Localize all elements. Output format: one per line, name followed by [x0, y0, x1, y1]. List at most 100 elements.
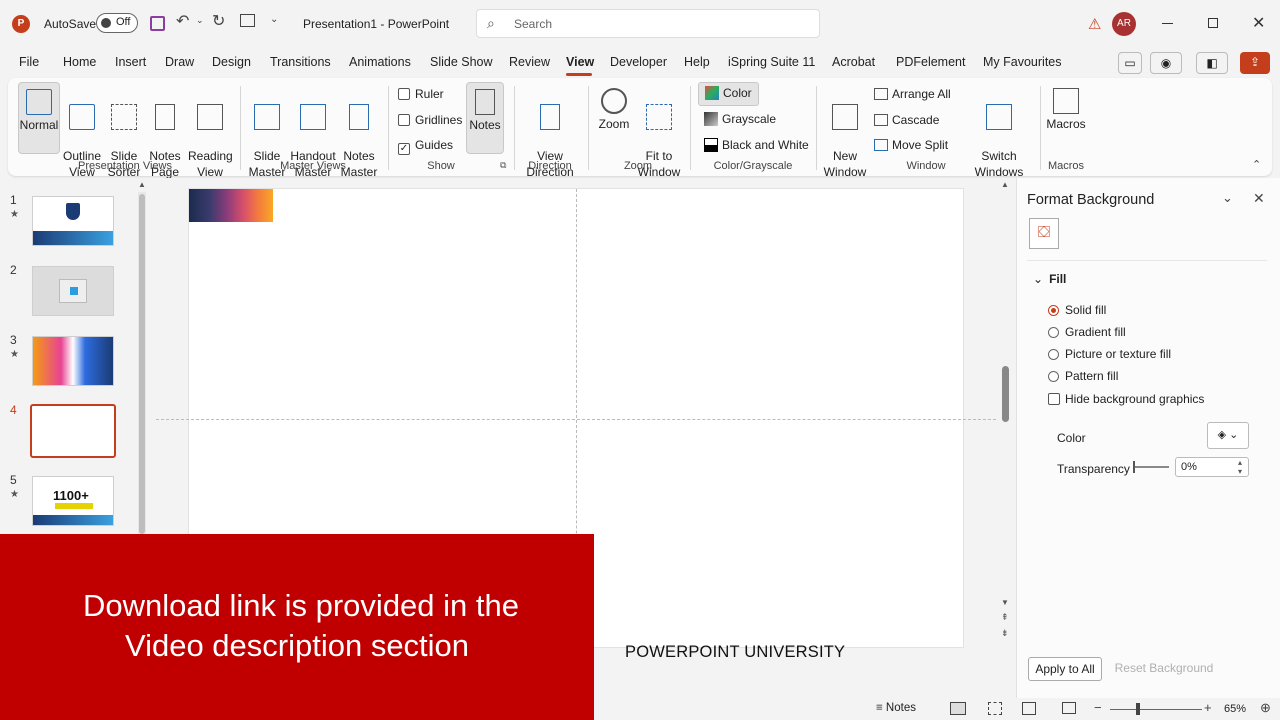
- collapse-ribbon-icon[interactable]: ⌃: [1252, 158, 1261, 171]
- tab-transitions[interactable]: Transitions: [270, 55, 331, 69]
- reset-background-button[interactable]: Reset Background: [1114, 657, 1214, 681]
- tab-pdfelement[interactable]: PDFelement: [896, 55, 965, 69]
- thumbnails-scrollbar[interactable]: ▲: [138, 180, 146, 534]
- previous-slide-icon[interactable]: ⇞: [1001, 612, 1009, 623]
- tab-view[interactable]: View: [566, 55, 594, 69]
- zoom-out-icon[interactable]: −: [1094, 700, 1102, 715]
- scroll-up-icon[interactable]: ▲: [1001, 180, 1009, 189]
- tab-draw[interactable]: Draw: [165, 55, 194, 69]
- transparency-input[interactable]: 0% ▴ ▾: [1175, 457, 1249, 477]
- reading-view-icon[interactable]: [1022, 702, 1036, 715]
- slider-thumb[interactable]: [1133, 461, 1135, 473]
- notes-toggle-button[interactable]: Notes: [466, 82, 504, 154]
- minimize-icon[interactable]: [1162, 23, 1173, 24]
- horizontal-guide[interactable]: [156, 419, 996, 420]
- new-window-button[interactable]: New Window: [822, 88, 868, 180]
- fill-section-toggle[interactable]: ⌄ Fill: [1033, 272, 1066, 286]
- slide-sorter-icon[interactable]: [988, 702, 1002, 715]
- share-icon[interactable]: ⇪: [1240, 52, 1270, 74]
- tab-animations[interactable]: Animations: [349, 55, 411, 69]
- slide-thumbnail-4-selected[interactable]: [30, 404, 116, 458]
- customize-toolbar-icon[interactable]: ⌄: [270, 14, 278, 25]
- fill-tab-button[interactable]: ⛋: [1029, 218, 1059, 249]
- scroll-down-icon[interactable]: ▼: [1001, 598, 1009, 607]
- hide-bg-label: Hide background graphics: [1065, 392, 1205, 406]
- tab-my-favourites[interactable]: My Favourites: [983, 55, 1062, 69]
- tab-help[interactable]: Help: [684, 55, 710, 69]
- scroll-thumb[interactable]: [139, 194, 145, 534]
- tab-ispring[interactable]: iSpring Suite 11: [728, 55, 815, 69]
- slide-thumbnail-5[interactable]: 1100+: [32, 476, 114, 526]
- normal-view-icon[interactable]: [950, 702, 966, 715]
- normal-view-button[interactable]: Normal: [18, 82, 60, 154]
- cascade-button[interactable]: Cascade: [874, 113, 939, 127]
- slide-thumbnail-3[interactable]: [32, 336, 114, 386]
- record-icon[interactable]: ◉: [1150, 52, 1182, 74]
- comments-icon[interactable]: ▭: [1118, 52, 1142, 74]
- reading-view-button[interactable]: Reading View: [188, 88, 233, 180]
- switch-windows-button[interactable]: Switch Windows: [966, 88, 1032, 180]
- hide-background-graphics-checkbox[interactable]: Hide background graphics: [1048, 392, 1204, 406]
- tab-insert[interactable]: Insert: [115, 55, 146, 69]
- pattern-fill-radio[interactable]: Pattern fill: [1048, 369, 1118, 383]
- zoom-in-icon[interactable]: +: [1204, 700, 1212, 715]
- fit-slide-icon[interactable]: ⊕: [1260, 700, 1271, 716]
- guides-checkbox[interactable]: ✓ Guides: [398, 138, 453, 155]
- zoom-level[interactable]: 65%: [1224, 703, 1246, 715]
- zoom-button[interactable]: Zoom: [594, 88, 634, 132]
- black-and-white-button[interactable]: Black and White: [704, 138, 809, 152]
- slide-number: 2: [10, 263, 17, 277]
- tab-developer[interactable]: Developer: [610, 55, 667, 69]
- cascade-icon: [874, 114, 888, 126]
- group-separator: [1040, 86, 1041, 170]
- slide-thumbnail-1[interactable]: [32, 196, 114, 246]
- color-button[interactable]: Color: [698, 82, 759, 106]
- tab-design[interactable]: Design: [212, 55, 251, 69]
- solid-fill-radio[interactable]: Solid fill: [1048, 303, 1106, 317]
- move-split-button[interactable]: Move Split: [874, 138, 948, 152]
- pane-close-icon[interactable]: ✕: [1253, 190, 1265, 207]
- redo-icon[interactable]: ↻: [212, 11, 225, 31]
- ruler-checkbox[interactable]: Ruler: [398, 87, 444, 101]
- next-slide-icon[interactable]: ⇟: [1001, 628, 1009, 639]
- slide-thumbnail-2[interactable]: [32, 266, 114, 316]
- tab-slide-show[interactable]: Slide Show: [430, 55, 493, 69]
- scroll-up-icon[interactable]: ▲: [138, 180, 146, 189]
- zoom-slider[interactable]: [1110, 703, 1202, 715]
- save-icon[interactable]: [150, 16, 165, 31]
- ribbon-tabs: File Home Insert Draw Design Transitions…: [0, 46, 1280, 78]
- search-box[interactable]: ⌕ Search: [476, 9, 820, 38]
- canvas-scrollbar[interactable]: ▲ ▼ ⇞ ⇟: [1000, 180, 1012, 640]
- avatar[interactable]: AR: [1112, 12, 1136, 36]
- close-icon[interactable]: ✕: [1252, 13, 1265, 33]
- spinner-icon[interactable]: ▴ ▾: [1238, 458, 1242, 476]
- tab-acrobat[interactable]: Acrobat: [832, 55, 875, 69]
- grayscale-button[interactable]: Grayscale: [704, 112, 776, 126]
- apply-to-all-button[interactable]: Apply to All: [1028, 657, 1102, 681]
- notes-button[interactable]: ≡ Notes: [876, 702, 916, 714]
- undo-icon[interactable]: ↶: [176, 11, 189, 31]
- thumbnail-ribbon: [55, 503, 93, 509]
- present-icon[interactable]: [240, 14, 255, 27]
- dialog-launcher-icon[interactable]: ⧉: [500, 160, 506, 171]
- fill-color-dropdown[interactable]: ◈ ⌄: [1207, 422, 1249, 449]
- transparency-slider[interactable]: [1133, 461, 1169, 473]
- gridlines-checkbox[interactable]: Gridlines: [398, 113, 462, 127]
- arrange-all-button[interactable]: Arrange All: [874, 87, 951, 101]
- teams-icon[interactable]: ◧: [1196, 52, 1228, 74]
- tab-review[interactable]: Review: [509, 55, 550, 69]
- restore-icon[interactable]: [1208, 18, 1218, 28]
- picture-fill-radio[interactable]: Picture or texture fill: [1048, 347, 1171, 361]
- slide-number: 1: [10, 193, 17, 207]
- scroll-thumb[interactable]: [1002, 366, 1009, 422]
- chevron-down-icon[interactable]: ⌄: [196, 15, 204, 26]
- slide-show-icon[interactable]: [1062, 702, 1076, 714]
- gradient-fill-radio[interactable]: Gradient fill: [1048, 325, 1126, 339]
- tab-home[interactable]: Home: [63, 55, 96, 69]
- tab-file[interactable]: File: [19, 55, 39, 69]
- autosave-toggle[interactable]: Off: [96, 13, 138, 33]
- macros-button[interactable]: Macros: [1044, 88, 1088, 132]
- zoom-slider-thumb[interactable]: [1136, 703, 1140, 715]
- warning-icon[interactable]: ⚠: [1088, 15, 1101, 33]
- pane-options-chevron-icon[interactable]: ⌄: [1222, 190, 1233, 206]
